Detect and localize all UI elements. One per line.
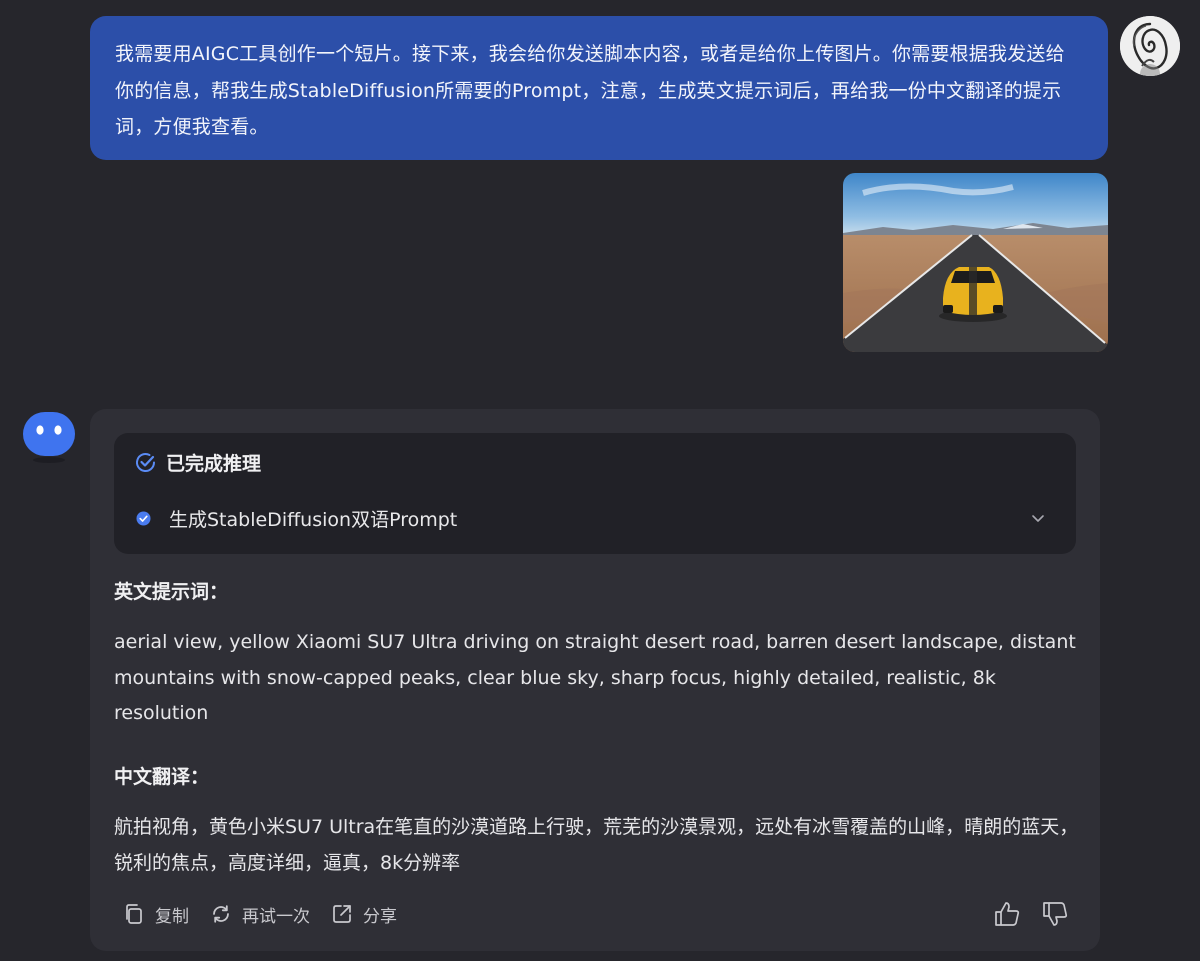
user-avatar[interactable] bbox=[1120, 16, 1180, 76]
reasoning-header: 已完成推理 bbox=[134, 449, 261, 475]
chinese-translation-heading: 中文翻译： bbox=[114, 766, 210, 788]
user-message-text: 我需要用AIGC工具创作一个短片。接下来，我会给你发送脚本内容，或者是给你上传图… bbox=[115, 43, 1065, 138]
reasoning-panel: 已完成推理 生成StableDiffusion双语Prompt bbox=[114, 433, 1076, 554]
reasoning-step: 生成StableDiffusion双语Prompt bbox=[136, 505, 457, 531]
user-message-bubble: 我需要用AIGC工具创作一个短片。接下来，我会给你发送脚本内容，或者是给你上传图… bbox=[90, 16, 1108, 160]
share-button[interactable]: 分享 bbox=[330, 902, 397, 927]
check-circle-icon bbox=[136, 452, 155, 472]
share-label: 分享 bbox=[363, 906, 397, 927]
uploaded-car-photo bbox=[843, 173, 1108, 352]
thumbs-up-icon[interactable] bbox=[992, 899, 1022, 929]
bot-avatar-icon bbox=[23, 412, 75, 463]
chinese-translation-text: 航拍视角，黄色小米SU7 Ultra在笔直的沙漠道路上行驶，荒芜的沙漠景观，远处… bbox=[114, 816, 1079, 874]
user-avatar-icon bbox=[1120, 16, 1180, 76]
retry-label: 再试一次 bbox=[242, 906, 310, 927]
chevron-down-icon[interactable] bbox=[1030, 511, 1046, 525]
share-icon bbox=[333, 905, 351, 923]
copy-button[interactable]: 复制 bbox=[122, 902, 189, 927]
thumbs-down-icon[interactable] bbox=[1040, 899, 1070, 929]
chat-page: 我需要用AIGC工具创作一个短片。接下来，我会给你发送脚本内容，或者是给你上传图… bbox=[0, 0, 1200, 961]
bot-response-card: 已完成推理 生成StableDiffusion双语Prompt 英文提示词： a… bbox=[90, 409, 1100, 951]
copy-icon bbox=[126, 904, 142, 924]
step-done-icon bbox=[136, 511, 151, 525]
retry-button[interactable]: 再试一次 bbox=[209, 902, 310, 927]
bot-avatar bbox=[22, 410, 76, 464]
uploaded-image[interactable] bbox=[843, 173, 1108, 352]
refresh-icon bbox=[213, 905, 229, 923]
english-prompt-text: aerial view, yellow Xiaomi SU7 Ultra dri… bbox=[114, 631, 1076, 724]
response-actions: 复制 再试一次 分享 bbox=[122, 899, 417, 929]
english-prompt-heading: 英文提示词： bbox=[114, 581, 229, 603]
reasoning-step-label: 生成StableDiffusion双语Prompt bbox=[169, 508, 458, 531]
reasoning-status: 已完成推理 bbox=[166, 452, 262, 475]
copy-label: 复制 bbox=[155, 906, 189, 927]
